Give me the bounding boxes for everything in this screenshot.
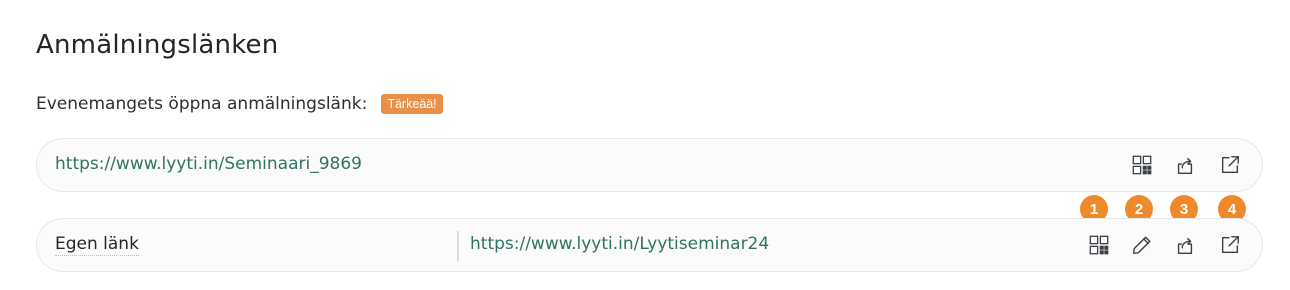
qr-code-icon[interactable] [1130,153,1154,177]
open-external-icon[interactable] [1218,233,1242,257]
open-link-box: https://www.lyyti.in/Seminaari_9869 [36,138,1263,192]
open-external-icon[interactable] [1218,153,1242,177]
qr-code-icon[interactable] [1087,233,1111,257]
custom-link-box: Egen länk https://www.lyyti.in/Lyytisemi… [36,218,1263,272]
open-link-label: Evenemangets öppna anmälningslänk: [36,94,368,114]
pencil-icon[interactable] [1130,233,1154,257]
important-badge: Tärkeää! [381,94,443,114]
open-link-url[interactable]: https://www.lyyti.in/Seminaari_9869 [55,154,362,174]
subtitle-row: Evenemangets öppna anmälningslänk: Tärke… [36,92,443,116]
share-icon[interactable] [1173,153,1197,177]
custom-link-label[interactable]: Egen länk [55,234,139,256]
section-title: Anmälningslänken [36,30,279,60]
custom-link-url[interactable]: https://www.lyyti.in/Lyytiseminar24 [470,234,769,254]
divider [457,231,459,261]
share-icon[interactable] [1173,233,1197,257]
